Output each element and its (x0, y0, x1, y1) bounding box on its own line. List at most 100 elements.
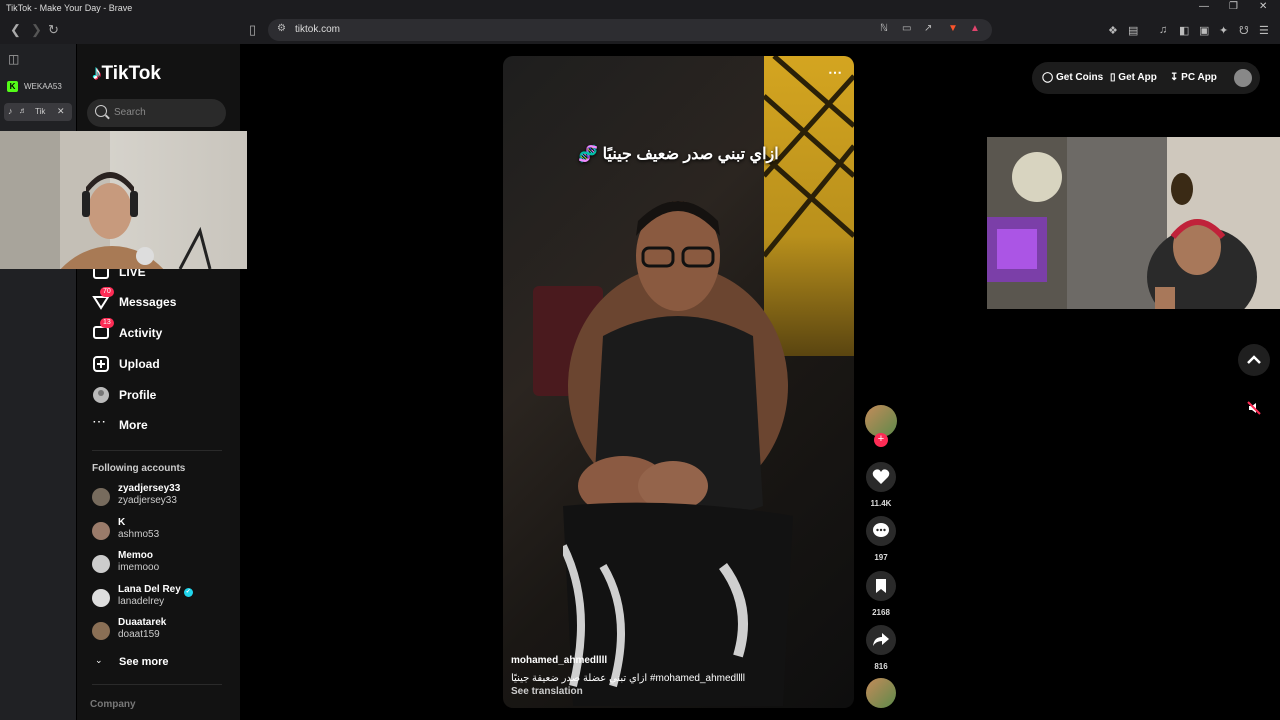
see-more-label: See more (119, 656, 169, 668)
extensions-icon[interactable]: ❖ (1108, 24, 1118, 37)
tiktok-logo[interactable]: ♪TikTok (92, 63, 161, 85)
sidebar-divider (92, 684, 222, 685)
tab-label: Tik (35, 107, 46, 116)
upload-icon (92, 355, 110, 373)
logo-text: TikTok (101, 63, 161, 84)
music-disc-icon[interactable] (866, 678, 896, 708)
get-app-label: Get App (1118, 72, 1157, 83)
account-name: zyadjersey33 (118, 483, 181, 494)
share-icon[interactable]: ↗ (924, 23, 932, 34)
share-button[interactable] (866, 625, 896, 655)
activity-badge: 13 (100, 318, 114, 328)
account-item[interactable]: Lana Del Rey ✓ lanadelrey (92, 584, 232, 612)
chevron-up-icon (1247, 355, 1261, 364)
wallet-icon[interactable]: ▣ (1199, 24, 1209, 37)
account-name: K (118, 517, 126, 528)
like-button[interactable] (866, 462, 896, 492)
webcam-overlay-left (0, 131, 247, 269)
bookmark-icon[interactable]: ▯ (249, 22, 256, 38)
browser-toolbar: ❮ ❯ ↻ ▯ ⚙ tiktok.com ℕ ▭ ↗ ▼ ▲ ❖ ▤ ♫ ◧ ▣… (0, 16, 1280, 44)
account-item[interactable]: K ashmo53 (92, 517, 232, 545)
menu-icon[interactable]: ☰ (1259, 24, 1269, 37)
restore-icon[interactable]: ❐ (1229, 1, 1238, 12)
account-item[interactable]: zyadjersey33 zyadjersey33 (92, 483, 232, 511)
close-window-icon[interactable]: ✕ (1259, 1, 1267, 12)
phone-icon: ▯ (1110, 72, 1116, 83)
leo-ai-icon[interactable]: ✦ (1219, 24, 1228, 37)
tab-wekaa53[interactable]: K WEKAA53 (4, 78, 72, 96)
speaker-icon[interactable]: ♬ (19, 106, 27, 115)
header-actions: ◯ Get Coins ▯ Get App ↧ PC App (1032, 62, 1260, 94)
download-icon: ↧ (1170, 72, 1179, 83)
sidebar-toggle-icon[interactable]: ◧ (1179, 24, 1189, 37)
sidebar-divider (92, 450, 222, 451)
get-coins-button[interactable]: ◯ Get Coins (1042, 72, 1103, 83)
nav-label: Messages (119, 295, 177, 309)
tab-label: WEKAA53 (24, 82, 62, 91)
close-tab-icon[interactable]: ✕ (57, 106, 65, 117)
video-caption: ازاي تبني عضلة صدر ضعيفة جينيًا #mohamed… (511, 673, 746, 684)
account-handle: zyadjersey33 (118, 495, 177, 506)
company-link[interactable]: Company (90, 699, 136, 710)
scroll-up-button[interactable] (1238, 344, 1270, 376)
pc-app-button[interactable]: ↧ PC App (1170, 72, 1217, 83)
webcam-overlay-right (987, 137, 1280, 309)
vpn-icon[interactable]: ☋ (1239, 24, 1249, 37)
address-bar[interactable]: ⚙ tiktok.com ℕ ▭ ↗ ▼ ▲ (268, 19, 992, 41)
tab-tiktok[interactable]: ♪ ♬ Tik ✕ (4, 103, 72, 121)
follow-plus-icon[interactable]: + (874, 433, 888, 447)
comment-icon (873, 523, 889, 537)
window-titlebar: TikTok - Make Your Day - Brave — ❐ ✕ (0, 0, 1280, 16)
mute-icon[interactable] (1246, 400, 1262, 416)
video-player[interactable]: ازاي تبني صدر ضعيف جينيًا 🧬 ⋯ mohamed_ah… (503, 56, 854, 708)
account-handle: lanadelrey (118, 596, 165, 607)
nav-profile[interactable]: Profile (92, 383, 232, 409)
account-name-text: Lana Del Rey (118, 584, 181, 595)
search-placeholder: Search (114, 107, 146, 118)
nav-messages[interactable]: 70 Messages (92, 287, 232, 316)
account-handle: doaat159 (118, 629, 160, 640)
reader-icon[interactable]: ▤ (1128, 24, 1138, 37)
forward-icon[interactable]: ❯ (31, 22, 42, 38)
nav-more[interactable]: ⋯ More (92, 413, 232, 439)
account-item[interactable]: Duaatarek doaat159 (92, 617, 232, 645)
video-author[interactable]: mohamed_ahmedllll (511, 655, 607, 666)
see-more-button[interactable]: ⌄ See more (92, 653, 232, 673)
comment-count: 197 (874, 553, 888, 562)
nav-label: Activity (119, 326, 163, 340)
tab-panel-icon[interactable]: ◫ (8, 52, 19, 66)
nav-upload[interactable]: Upload (92, 352, 232, 378)
kick-icon: K (7, 81, 18, 92)
brave-rewards-icon[interactable]: ▲ (970, 23, 980, 34)
brave-shields-icon[interactable]: ▼ (948, 23, 958, 34)
site-info-icon[interactable]: ⚙ (277, 23, 286, 34)
like-count: 11.4K (870, 499, 892, 508)
nav-label: Upload (119, 357, 160, 371)
nav-label: Profile (119, 388, 157, 402)
search-input[interactable]: Search (87, 99, 226, 127)
cast-icon[interactable]: ▭ (902, 23, 911, 34)
comment-button[interactable] (866, 516, 896, 546)
nav-activity[interactable]: 13 Activity (92, 318, 232, 347)
video-subject (563, 201, 793, 706)
profile-icon (92, 386, 110, 404)
media-icon[interactable]: ℕ (880, 23, 888, 34)
share-count: 816 (874, 662, 888, 671)
messages-badge: 70 (100, 287, 114, 297)
avatar (92, 622, 110, 640)
account-item[interactable]: Memoo imemooo (92, 550, 232, 578)
save-button[interactable] (866, 571, 896, 601)
avatar (92, 555, 110, 573)
more-options-icon[interactable]: ⋯ (828, 64, 842, 81)
music-icon[interactable]: ♫ (1159, 24, 1167, 36)
save-count: 2168 (872, 608, 890, 617)
user-avatar[interactable] (1234, 69, 1252, 87)
minimize-icon[interactable]: — (1199, 1, 1209, 12)
get-app-button[interactable]: ▯ Get App (1110, 72, 1157, 83)
verified-icon: ✓ (183, 588, 193, 597)
see-translation-button[interactable]: See translation (511, 686, 583, 697)
window-title: TikTok - Make Your Day - Brave (6, 3, 133, 13)
share-arrow-icon (873, 633, 889, 646)
back-icon[interactable]: ❮ (10, 22, 21, 38)
reload-icon[interactable]: ↻ (48, 22, 59, 38)
